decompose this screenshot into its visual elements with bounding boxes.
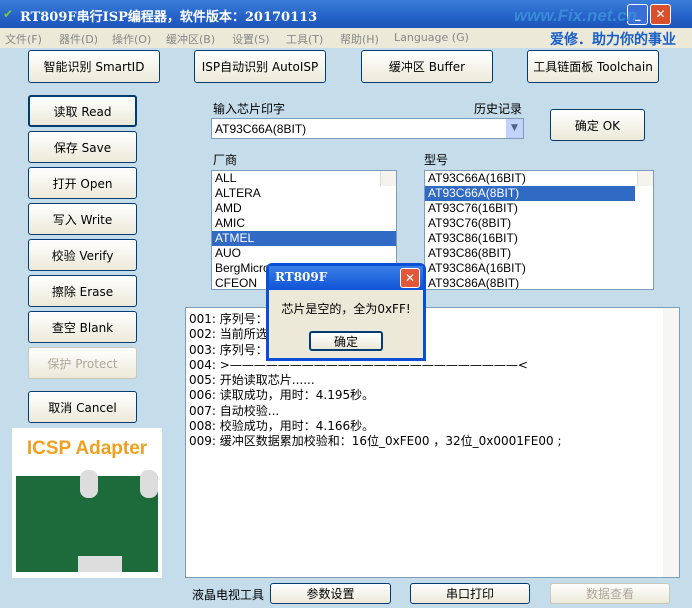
protect-button: 保护 Protect <box>28 347 137 379</box>
brand-slogan: 爱修．助力你的事业 <box>550 32 676 48</box>
lcd-tools-label: 液晶电视工具 <box>192 588 265 602</box>
log-line: 008: 校验成功，用时：4.166秒。 <box>189 419 375 434</box>
icsp-adapter-image: ICSP Adapter <box>12 428 162 578</box>
write-button[interactable]: 写入 Write <box>28 203 137 235</box>
list-item[interactable]: AMIC <box>212 216 396 231</box>
list-item[interactable]: AT93C86A(16BIT) <box>425 261 653 276</box>
history-label: 历史记录 <box>474 102 523 116</box>
list-item[interactable]: AT93C76(8BIT) <box>425 216 653 231</box>
model-label: 型号 <box>424 153 449 167</box>
dialog-close-button[interactable]: ✕ <box>400 268 420 288</box>
log-line: 003: 序列号： 编程器固件版本：V1.0 。 <box>189 342 411 357</box>
chevron-down-icon[interactable]: ▼ <box>506 119 523 138</box>
list-item[interactable]: AMD <box>212 201 396 216</box>
menu-device[interactable]: 器件(D) <box>59 31 98 47</box>
log-line: 009: 缓冲区数据累加校验和：16位_0xFE00 ，32位_0x0001FE… <box>189 434 562 449</box>
model-list[interactable]: AT93C66A(16BIT) AT93C66A(8BIT) AT93C76(1… <box>424 170 654 290</box>
list-item[interactable]: AT93C86(8BIT) <box>425 246 653 261</box>
cancel-button[interactable]: 取消 Cancel <box>28 391 137 423</box>
list-item[interactable]: ALL <box>212 171 396 186</box>
list-item[interactable]: ALTERA <box>212 186 396 201</box>
chip-input-label: 输入芯片印字 <box>213 102 286 116</box>
dialog-title: RT809F <box>275 270 328 284</box>
dialog-message: 芯片是空的，全为0xFF! <box>281 302 411 316</box>
vendor-scrollbar[interactable] <box>380 171 396 186</box>
list-item[interactable]: AUO <box>212 246 396 261</box>
read-button[interactable]: 读取 Read <box>28 95 137 127</box>
circuit-board-icon <box>16 470 158 572</box>
verify-button[interactable]: 校验 Verify <box>28 239 137 271</box>
menu-tools[interactable]: 工具(T) <box>286 31 323 47</box>
log-line: 007: 自动校验... <box>189 403 280 418</box>
smartid-button[interactable]: 智能识别 SmartID <box>28 50 160 83</box>
buffer-button[interactable]: 缓冲区 Buffer <box>361 50 493 83</box>
save-button[interactable]: 保存 Save <box>28 131 137 163</box>
message-dialog: RT809F ✕ 芯片是空的，全为0xFF! 确定 <box>266 263 426 361</box>
adapter-title: ICSP Adapter <box>26 438 148 459</box>
list-item-selected[interactable]: ATMEL <box>212 231 396 246</box>
chip-combobox[interactable]: AT93C66A(8BIT) ▼ <box>211 118 524 139</box>
open-button[interactable]: 打开 Open <box>28 167 137 199</box>
param-settings-button[interactable]: 参数设置 <box>270 583 391 604</box>
serial-print-button[interactable]: 串口打印 <box>410 583 530 604</box>
erase-button[interactable]: 擦除 Erase <box>28 275 137 307</box>
log-scrollbar[interactable] <box>663 308 679 577</box>
app-icon: ✔ <box>3 7 14 21</box>
list-item[interactable]: AT93C76(16BIT) <box>425 201 653 216</box>
chip-input-value: AT93C66A(8BIT) <box>215 122 307 136</box>
ok-button[interactable]: 确定 OK <box>550 109 645 141</box>
blank-button[interactable]: 查空 Blank <box>28 311 137 343</box>
list-item-selected[interactable]: AT93C66A(8BIT) <box>425 186 635 201</box>
autoisp-button[interactable]: ISP自动识别 AutoISP <box>194 50 326 83</box>
window-title: RT809F串行ISP编程器，软件版本：20170113 <box>20 10 318 25</box>
log-line: 005: 开始读取芯片...... <box>189 373 315 388</box>
brand-url: www.Fix.net.cn <box>513 6 637 25</box>
log-line: 002: 当前所选 X位，512字节。 <box>189 327 363 342</box>
menu-buffer[interactable]: 缓冲区(B) <box>166 31 215 47</box>
close-button[interactable]: ✕ <box>650 4 671 25</box>
model-scrollbar[interactable] <box>637 171 653 186</box>
log-line: 006: 读取成功，用时：4.195秒。 <box>189 388 375 403</box>
data-view-button: 数据查看 <box>550 583 670 604</box>
list-item[interactable]: AT93C86A(8BIT) <box>425 276 653 289</box>
menu-file[interactable]: 文件(F) <box>5 31 42 47</box>
log-line: 001: 序列号： <box>189 312 268 326</box>
log-line: 004: >————————————————————————< <box>189 357 528 372</box>
menu-settings[interactable]: 设置(S) <box>232 31 270 47</box>
list-item[interactable]: AT93C66A(16BIT) <box>425 171 653 186</box>
list-item[interactable]: AT93C86(16BIT) <box>425 231 653 246</box>
menu-language[interactable]: Language (G) <box>394 31 469 44</box>
toolchain-button[interactable]: 工具链面板 Toolchain <box>527 50 659 83</box>
log-output[interactable]: 001: 序列号： 002: 当前所选 X位，512字节。 003: 序列号： … <box>185 307 680 578</box>
menu-operation[interactable]: 操作(O) <box>112 31 151 47</box>
menu-help[interactable]: 帮助(H) <box>340 31 379 47</box>
vendor-label: 厂商 <box>213 153 238 167</box>
dialog-ok-button[interactable]: 确定 <box>309 331 383 351</box>
